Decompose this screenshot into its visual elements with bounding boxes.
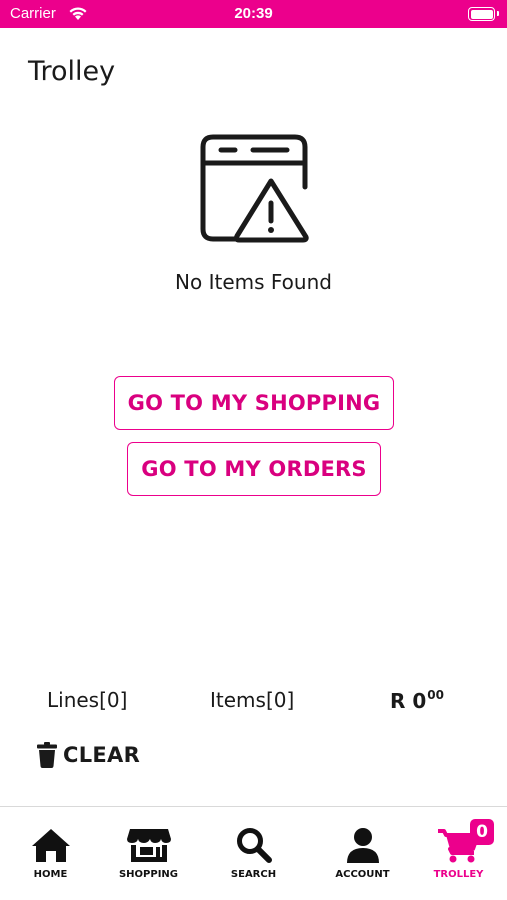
lines-count: Lines[0] (47, 688, 128, 712)
total-cents: 00 (427, 688, 444, 702)
tab-search[interactable]: SEARCH (203, 807, 304, 900)
browser-warning-icon (200, 134, 309, 243)
store-icon (126, 829, 171, 862)
total-amount: R 0 (390, 689, 427, 713)
home-icon (31, 829, 70, 862)
battery-icon (468, 7, 499, 21)
clock: 20:39 (234, 5, 273, 22)
trolley-summary: Lines[0] Items[0] R 000 (0, 688, 507, 718)
tab-search-label: SEARCH (230, 869, 277, 880)
clear-button[interactable]: CLEAR (37, 741, 140, 769)
clear-label: CLEAR (63, 743, 141, 767)
status-bar: Carrier 20:39 (0, 0, 507, 28)
tab-account-label: ACCOUNT (335, 869, 390, 880)
tab-home[interactable]: HOME (0, 807, 101, 900)
tab-shopping[interactable]: SHOPPING (98, 807, 199, 900)
go-to-orders-button[interactable]: GO TO MY ORDERS (127, 442, 381, 496)
page-title: Trolley (28, 56, 116, 87)
trolley-total: R 000 (390, 688, 444, 713)
trash-icon (37, 742, 57, 768)
tab-account[interactable]: ACCOUNT (312, 807, 413, 900)
tab-home-label: HOME (33, 869, 68, 880)
search-icon (236, 828, 272, 863)
person-icon (346, 828, 379, 863)
trolley-count-badge: 0 (470, 819, 494, 845)
tab-trolley-label: TROLLEY (433, 869, 484, 880)
items-count: Items[0] (210, 688, 295, 712)
go-to-shopping-button[interactable]: GO TO MY SHOPPING (114, 376, 394, 430)
tab-shopping-label: SHOPPING (118, 869, 179, 880)
bottom-tab-bar: HOME SHOPPING SEARCH ACCOUNT TROLLEY (0, 806, 507, 900)
empty-state-message: No Items Found (175, 270, 332, 294)
